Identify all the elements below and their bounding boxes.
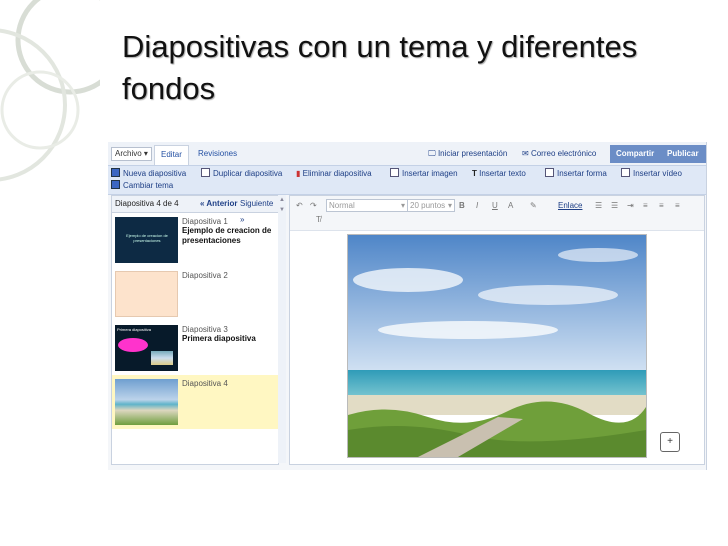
new-slide-icon (111, 168, 120, 177)
video-icon (621, 168, 630, 177)
compartir-button[interactable]: Compartir (610, 145, 665, 163)
chevron-down-icon: ▾ (447, 201, 452, 210)
numbered-list-icon[interactable]: ☰ (595, 200, 602, 211)
envelope-icon: ✉ (522, 149, 529, 158)
bold-button[interactable]: B (459, 200, 465, 211)
clear-format-icon[interactable]: T̸ (316, 214, 321, 225)
scroll-down-icon: ▼ (279, 207, 285, 213)
duplicar-diapositiva-button[interactable]: Duplicar diapositiva (201, 168, 282, 180)
presentation-icon: 🖵 (428, 149, 436, 158)
slide-title-1: Ejemplo de creacion de presentaciones (182, 226, 272, 245)
sidebar-header: Diapositiva 4 de 4 « Anterior Siguiente … (112, 196, 278, 224)
align-right-icon[interactable]: ≡ (675, 200, 680, 211)
slide-thumbnail-2 (115, 271, 178, 317)
duplicar-label: Duplicar diapositiva (213, 169, 283, 178)
add-comment-icon[interactable]: + (660, 432, 680, 452)
slide-label-1: Diapositiva 1 (182, 217, 228, 226)
chevron-down-icon: ▾ (143, 149, 148, 158)
archivo-label: Archivo (115, 149, 142, 158)
pink-ellipse-shape (118, 338, 148, 352)
insertar-forma-button[interactable]: Insertar forma (545, 168, 607, 180)
slide-thumb-row-2[interactable]: Diapositiva 2 (112, 267, 278, 321)
shape-icon (545, 168, 554, 177)
decorative-rings (0, 0, 100, 546)
underline-button[interactable]: U (492, 200, 498, 211)
nueva-label: Nueva diapositiva (123, 169, 187, 178)
slide-thumbnail-4 (115, 379, 178, 425)
insertar-video-button[interactable]: Insertar vídeo (621, 168, 682, 180)
slide-editor: ↶ ↷ Normal ▾ 20 puntos ▾ B I U A ✎ Enlac… (289, 195, 705, 465)
insertar-video-label: Insertar vídeo (633, 169, 682, 178)
thumb-3-text: Primera diapositiva (117, 327, 152, 332)
slide-label-3: Diapositiva 3 (182, 325, 228, 334)
insertar-texto-button[interactable]: T Insertar texto (472, 168, 526, 180)
cambiar-tema-button[interactable]: Cambiar tema (111, 180, 173, 192)
link-button[interactable]: Enlace (558, 200, 582, 211)
chevron-down-icon: ▾ (400, 201, 405, 210)
slide-thumb-row-4[interactable]: Diapositiva 4 (112, 375, 278, 429)
delete-icon: ▮ (296, 169, 301, 178)
font-size-value: 20 puntos (410, 201, 446, 210)
font-style-select[interactable]: Normal ▾ (326, 199, 408, 212)
font-size-select[interactable]: 20 puntos ▾ (407, 199, 455, 212)
font-style-value: Normal (329, 201, 355, 210)
insertar-imagen-button[interactable]: Insertar imagen (390, 168, 458, 180)
slide-title: Diapositivas con un tema y diferentes fo… (122, 29, 638, 106)
insertar-forma-label: Insertar forma (557, 169, 607, 178)
slide-title-3: Primera diapositiva (182, 334, 256, 343)
align-center-icon[interactable]: ≡ (659, 200, 664, 211)
highlight-icon[interactable]: ✎ (530, 200, 537, 211)
slide-label-4: Diapositiva 4 (182, 379, 228, 388)
correo-label: Correo electrónico (530, 149, 597, 158)
beach-photo (348, 235, 646, 457)
slide-counter: Diapositiva 4 de 4 (115, 199, 179, 208)
insertar-imagen-label: Insertar imagen (402, 169, 458, 178)
tab-editar[interactable]: Editar (154, 145, 189, 166)
slide-label-2: Diapositiva 2 (182, 271, 228, 280)
tab-revisiones[interactable]: Revisiones (192, 145, 243, 165)
correo-button[interactable]: ✉ Correo electrónico (522, 147, 596, 161)
italic-button[interactable]: I (476, 200, 478, 211)
image-icon (390, 168, 399, 177)
text-icon: T (472, 169, 477, 178)
text-color-button[interactable]: A (508, 200, 513, 211)
format-toolbar: ↶ ↷ Normal ▾ 20 puntos ▾ B I U A ✎ Enlac… (290, 196, 704, 231)
indent-icon[interactable]: ⇥ (627, 200, 634, 211)
slide-thumb-row-3[interactable]: Primera diapositiva Diapositiva 3 Primer… (112, 321, 278, 375)
eliminar-label: Eliminar diapositiva (302, 169, 372, 178)
slide-thumb-row-1[interactable]: Ejemplo de creacion de presentaciones Di… (112, 213, 278, 267)
duplicate-icon (201, 168, 210, 177)
thumb-1-text: Ejemplo de creacion de presentaciones (126, 233, 168, 243)
slide-toolbar: Nueva diapositiva Cambiar tema Duplicar … (108, 165, 706, 195)
align-left-icon[interactable]: ≡ (643, 200, 648, 211)
insertar-texto-label: Insertar texto (479, 169, 526, 178)
sidebar-scrollbar[interactable]: ▲ ▼ (278, 195, 286, 463)
slide-thumbnail-1: Ejemplo de creacion de presentaciones (115, 217, 178, 263)
scroll-up-icon: ▲ (279, 197, 285, 203)
slide-thumbnail-3: Primera diapositiva (115, 325, 178, 371)
redo-icon[interactable]: ↷ (310, 200, 317, 211)
slide-canvas-beach-image[interactable] (347, 234, 647, 458)
top-bar: Archivo ▾ Editar Revisiones 🖵 Iniciar pr… (108, 142, 706, 166)
publicar-button[interactable]: Publicar (661, 145, 706, 163)
small-beach-image (151, 351, 173, 365)
cambiar-tema-label: Cambiar tema (123, 181, 174, 190)
theme-icon (111, 180, 120, 189)
prev-link[interactable]: « Anterior (200, 196, 238, 212)
nueva-diapositiva-button[interactable]: Nueva diapositiva (111, 168, 186, 180)
iniciar-presentacion-button[interactable]: 🖵 Iniciar presentación (428, 147, 507, 161)
eliminar-diapositiva-button[interactable]: ▮ Eliminar diapositiva (296, 168, 372, 180)
presentation-editor-screenshot: Archivo ▾ Editar Revisiones 🖵 Iniciar pr… (108, 142, 707, 470)
bullet-list-icon[interactable]: ☰ (611, 200, 618, 211)
slide-sidebar: Diapositiva 4 de 4 « Anterior Siguiente … (111, 195, 279, 465)
iniciar-label: Iniciar presentación (437, 149, 508, 158)
undo-icon[interactable]: ↶ (296, 200, 303, 211)
archivo-menu[interactable]: Archivo ▾ (111, 147, 152, 161)
